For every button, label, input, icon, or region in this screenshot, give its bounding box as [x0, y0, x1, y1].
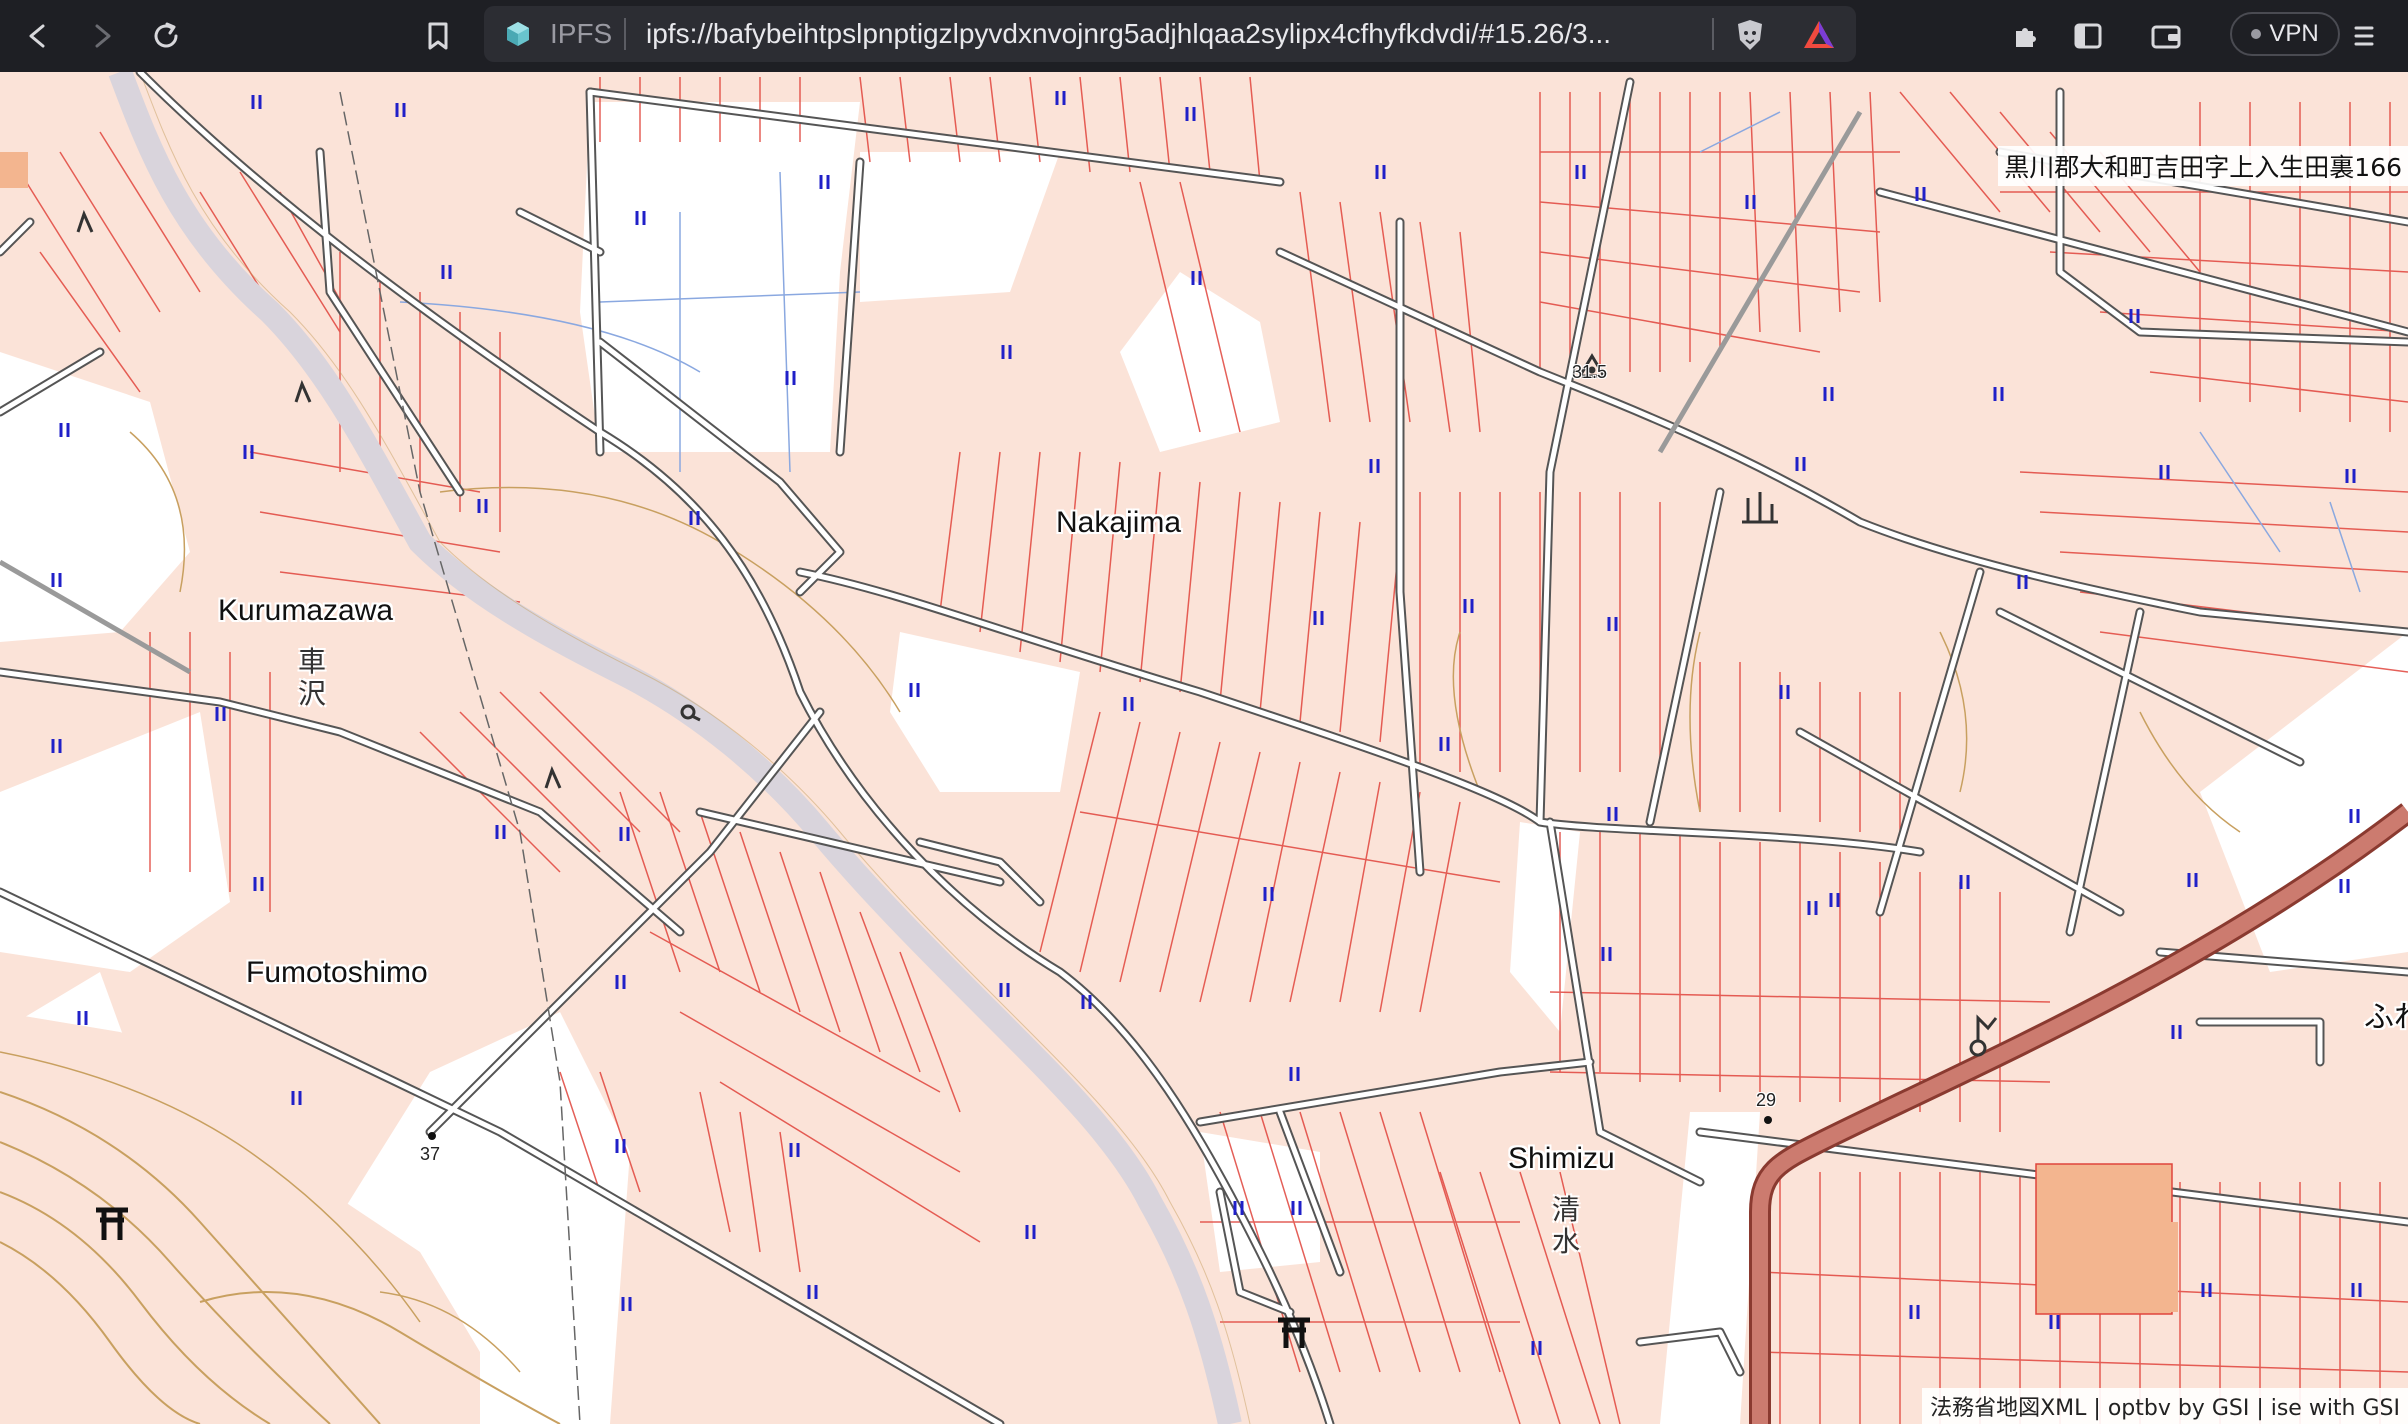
- vpn-status-dot: [2251, 29, 2262, 39]
- place-kanji-sei: 清: [1551, 1193, 1580, 1226]
- elevation-label-triangulation: 31.5: [1572, 362, 1608, 382]
- selected-address-label: 黒川郡大和町吉田字上入生田裏166: [1998, 146, 2408, 186]
- small-block: [0, 152, 28, 188]
- wallet-icon: [2151, 25, 2181, 49]
- browser-toolbar: IPFS ipfs://bafybeihtpslpnptigzlpyvdxnvo…: [0, 0, 2408, 72]
- place-label-shimizu: Shimizu: [1508, 1142, 1615, 1175]
- elevation-label-37: 37: [420, 1144, 441, 1164]
- bookmark-icon: [428, 22, 448, 50]
- url-divider-2: [1712, 18, 1714, 50]
- site-label: IPFS: [550, 18, 613, 49]
- place-label-kurumazawa: Kurumazawa: [218, 594, 394, 627]
- forward-arrow-icon: [95, 24, 111, 48]
- place-kanji-sawa: 沢: [297, 677, 326, 710]
- url-divider: [624, 18, 626, 50]
- bookmark-button[interactable]: [416, 14, 460, 58]
- vpn-label: VPN: [2269, 20, 2319, 47]
- place-label-fumotoshimo: Fumotoshimo: [246, 956, 428, 989]
- elevation-label-29: 29: [1756, 1090, 1777, 1110]
- forward-button[interactable]: [80, 14, 124, 58]
- sidebar-icon: [2074, 23, 2102, 49]
- back-arrow-icon: [29, 24, 45, 48]
- facility-block: [2035, 1163, 2173, 1315]
- brave-shield-icon[interactable]: [1734, 18, 1766, 52]
- place-label-fureai-partial: ふれ: [2364, 1000, 2408, 1035]
- sidebar-button[interactable]: [2066, 14, 2110, 58]
- reload-button[interactable]: [144, 14, 188, 58]
- extensions-button[interactable]: [2004, 14, 2048, 58]
- elevation-point-37: [428, 1132, 436, 1140]
- map-svg[interactable]: [0, 72, 2408, 1424]
- brave-rewards-icon[interactable]: [1802, 18, 1836, 52]
- vpn-button[interactable]: VPN: [2230, 12, 2340, 56]
- elevation-point-29: [1764, 1116, 1772, 1124]
- hamburger-menu-icon: [2354, 26, 2374, 46]
- address-bar[interactable]: IPFS ipfs://bafybeihtpslpnptigzlpyvdxnvo…: [484, 6, 1856, 62]
- back-button[interactable]: [16, 14, 60, 58]
- wallet-button[interactable]: [2144, 14, 2188, 58]
- ipfs-cube-icon: [507, 22, 529, 46]
- place-kanji-mizu: 水: [1551, 1225, 1580, 1258]
- url-text[interactable]: ipfs://bafybeihtpslpnptigzlpyvdxnvojnrg5…: [646, 18, 1611, 50]
- place-kanji-kuruma: 車: [297, 645, 326, 678]
- map-attribution[interactable]: 法務省地図XML | optbv by GSI | ise with GSI: [1922, 1388, 2408, 1424]
- reload-icon: [154, 22, 178, 48]
- menu-button[interactable]: [2342, 14, 2386, 58]
- map-canvas[interactable]: Nakajima Kurumazawa 車 沢 Fumotoshimo Shim…: [0, 72, 2408, 1424]
- puzzle-icon: [2016, 28, 2036, 47]
- place-label-nakajima: Nakajima: [1056, 506, 1182, 539]
